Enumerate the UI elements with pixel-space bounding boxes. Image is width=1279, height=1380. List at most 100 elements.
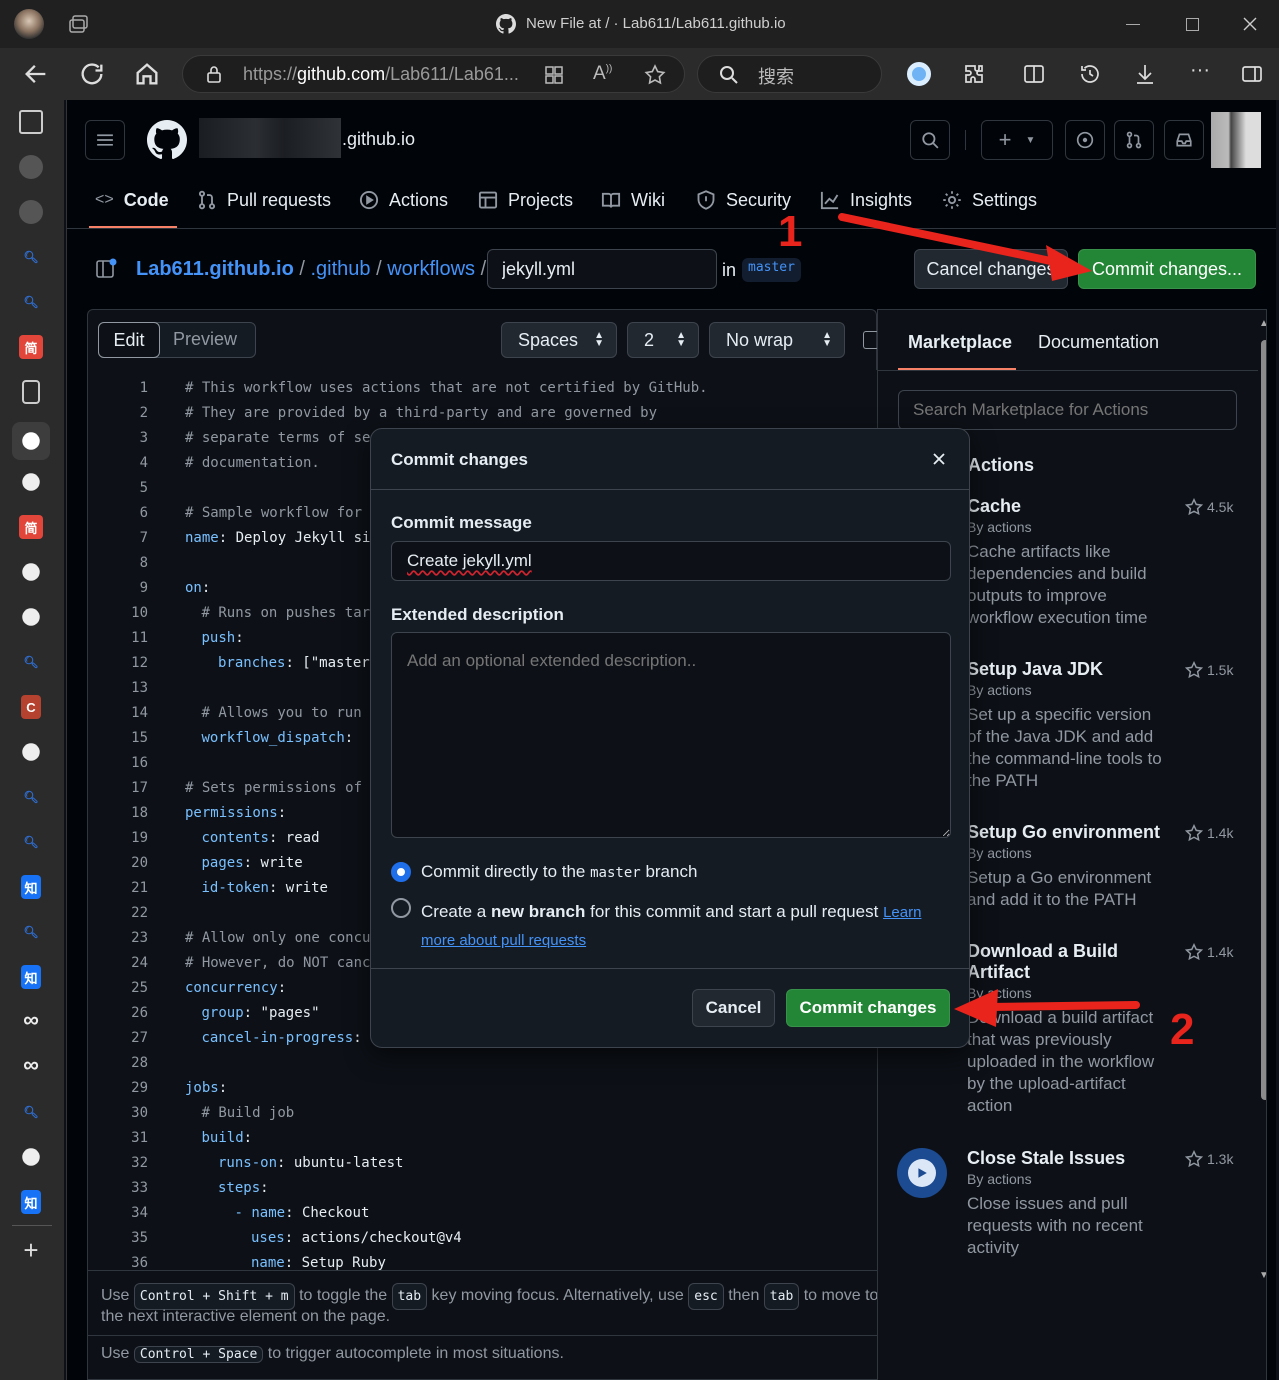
extended-description-input[interactable] — [391, 632, 951, 838]
edge-copilot-icon[interactable] — [907, 62, 931, 86]
sidebar-github-icon[interactable] — [19, 200, 43, 224]
read-aloud-icon[interactable]: A)) — [593, 63, 617, 87]
new-branch-label[interactable]: Create a new branch for this commit and … — [421, 898, 951, 954]
action-name[interactable]: Setup Java JDK — [967, 659, 1167, 680]
indent-mode-select[interactable]: Spaces ▲ ▼ — [501, 322, 617, 358]
learn-more-link[interactable]: Learn — [883, 904, 921, 921]
refresh-icon[interactable] — [78, 60, 106, 88]
inbox-button[interactable] — [1164, 120, 1204, 160]
marketplace-action-item[interactable]: Close Stale Issues By actions Close issues… — [967, 1148, 1167, 1259]
repo-name[interactable]: .github.io — [342, 129, 415, 150]
marketplace-action-item[interactable]: Cache By actions Cache artifacts like depe… — [967, 496, 1167, 629]
search-button[interactable] — [910, 120, 950, 160]
breadcrumb-dir[interactable]: .github — [310, 258, 370, 280]
commit-message-input[interactable]: Create jekyll.yml — [391, 541, 951, 581]
issues-button[interactable] — [1065, 120, 1105, 160]
minimize-icon[interactable] — [1126, 24, 1140, 25]
more-menu-icon[interactable]: ··· — [1188, 60, 1212, 86]
maximize-icon[interactable] — [1186, 18, 1199, 31]
back-icon[interactable] — [22, 60, 50, 88]
marketplace-search-input[interactable] — [898, 390, 1237, 430]
sidebar-search-icon[interactable]: 🔍︎ — [19, 290, 43, 314]
close-icon[interactable] — [931, 451, 947, 467]
sidebar-jian-icon[interactable]: 简 — [19, 335, 43, 359]
tab-code[interactable]: <> Code — [95, 186, 169, 214]
tab-preview[interactable]: Preview — [173, 329, 237, 350]
tab-security[interactable]: Security — [696, 186, 791, 214]
menu-button[interactable] — [85, 120, 125, 160]
tab-wiki[interactable]: Wiki — [601, 186, 665, 214]
url-text[interactable]: https://github.com/Lab611/Lab61... — [243, 64, 519, 85]
commit-changes-button[interactable]: Commit changes... — [1078, 249, 1256, 289]
cancel-button[interactable]: Cancel — [692, 989, 775, 1027]
sidebar-github-icon[interactable] — [19, 1145, 43, 1169]
apps-icon[interactable] — [543, 64, 565, 86]
sidebar-github-icon[interactable] — [19, 560, 43, 584]
favorite-star-icon[interactable] — [643, 63, 667, 87]
wrap-mode-select[interactable]: No wrap ▲ ▼ — [709, 322, 845, 358]
sidebar-add-icon[interactable]: + — [19, 1235, 43, 1265]
tab-pull-requests[interactable]: Pull requests — [197, 186, 331, 214]
sidebar-search-icon[interactable]: 🔍︎ — [19, 785, 43, 809]
breadcrumb-dir[interactable]: workflows — [387, 258, 475, 280]
user-avatar[interactable] — [1211, 112, 1261, 168]
create-new-button[interactable]: + ▼ — [981, 120, 1053, 160]
learn-more-link[interactable]: more about pull requests — [421, 932, 586, 949]
sidebar-jian-icon[interactable]: 简 — [19, 515, 43, 539]
sidebar-toggle-icon[interactable] — [1240, 62, 1264, 86]
sidebar-github-icon[interactable] — [19, 155, 43, 179]
downloads-icon[interactable] — [1133, 62, 1157, 86]
new-branch-radio[interactable] — [391, 898, 411, 918]
sidebar-github-icon[interactable] — [19, 740, 43, 764]
sidebar-github-icon[interactable] — [12, 422, 50, 460]
sidebar-file-icon[interactable] — [22, 380, 40, 404]
scroll-up-icon[interactable]: ▲ — [1259, 318, 1266, 329]
marketplace-action-item[interactable]: Setup Go environment By actions Setup a Go… — [967, 822, 1167, 911]
repo-owner-blurred[interactable] — [199, 118, 341, 158]
extensions-icon[interactable] — [962, 62, 986, 86]
split-screen-icon[interactable] — [1022, 62, 1046, 86]
close-window-icon[interactable] — [1242, 16, 1258, 32]
sidebar-search-icon[interactable]: 🔍︎ — [19, 830, 43, 854]
pull-requests-button[interactable] — [1114, 120, 1154, 160]
action-name[interactable]: Cache — [967, 496, 1167, 517]
sidebar-search-icon[interactable]: 🔍︎ — [19, 245, 43, 269]
sidebar-search-icon[interactable]: 🔍︎ — [19, 920, 43, 944]
sidebar-github-icon[interactable] — [19, 470, 43, 494]
action-name[interactable]: Close Stale Issues — [967, 1148, 1167, 1169]
commit-directly-radio[interactable] — [391, 862, 411, 882]
history-icon[interactable] — [1078, 62, 1102, 86]
browser-search-box[interactable]: 搜索 — [697, 55, 882, 93]
marketplace-action-item[interactable]: Setup Java JDK By actions Set up a specifi… — [967, 659, 1167, 792]
sidebar-zhi-icon[interactable]: 知 — [21, 1190, 41, 1214]
lock-icon[interactable] — [205, 65, 223, 83]
breadcrumb-repo[interactable]: Lab611.github.io — [136, 258, 294, 280]
file-tree-toggle-icon[interactable] — [95, 258, 117, 280]
commit-changes-confirm-button[interactable]: Commit changes — [786, 989, 950, 1027]
address-bar[interactable]: https://github.com/Lab611/Lab61... A)) — [182, 55, 685, 93]
sidebar-c-icon[interactable]: C — [21, 695, 41, 719]
tab-actions-icon[interactable] — [68, 13, 90, 35]
indent-size-select[interactable]: 2 ▲ ▼ — [627, 322, 699, 358]
sidebar-zhi-icon[interactable]: 知 — [21, 875, 41, 899]
panel-scrollbar-thumb[interactable] — [1261, 340, 1266, 1100]
sidebar-zhi-icon[interactable]: 知 — [21, 965, 41, 989]
profile-avatar[interactable] — [14, 9, 44, 39]
sidebar-search-icon[interactable]: 🔍︎ — [19, 1100, 43, 1124]
tab-edit[interactable]: Edit — [98, 322, 160, 358]
sidebar-github-icon[interactable] — [19, 605, 43, 629]
tab-actions[interactable]: Actions — [359, 186, 448, 214]
tab-projects[interactable]: Projects — [478, 186, 573, 214]
github-logo-icon[interactable] — [147, 120, 187, 160]
sidebar-infinity-icon[interactable]: ∞ — [19, 1052, 43, 1077]
commit-directly-label[interactable]: Commit directly to the master branch — [421, 862, 697, 882]
scroll-down-icon[interactable]: ▼ — [1259, 1270, 1266, 1281]
sidebar-infinity-icon[interactable]: ∞ — [19, 1007, 43, 1032]
home-icon[interactable] — [133, 60, 161, 88]
action-name[interactable]: Setup Go environment — [967, 822, 1167, 843]
filename-input[interactable] — [487, 249, 717, 289]
tab-marketplace[interactable]: Marketplace — [908, 332, 1012, 353]
action-name[interactable]: Download a Build Artifact — [967, 941, 1167, 983]
sidebar-tabs-icon[interactable] — [19, 110, 43, 134]
tab-documentation[interactable]: Documentation — [1038, 332, 1159, 353]
